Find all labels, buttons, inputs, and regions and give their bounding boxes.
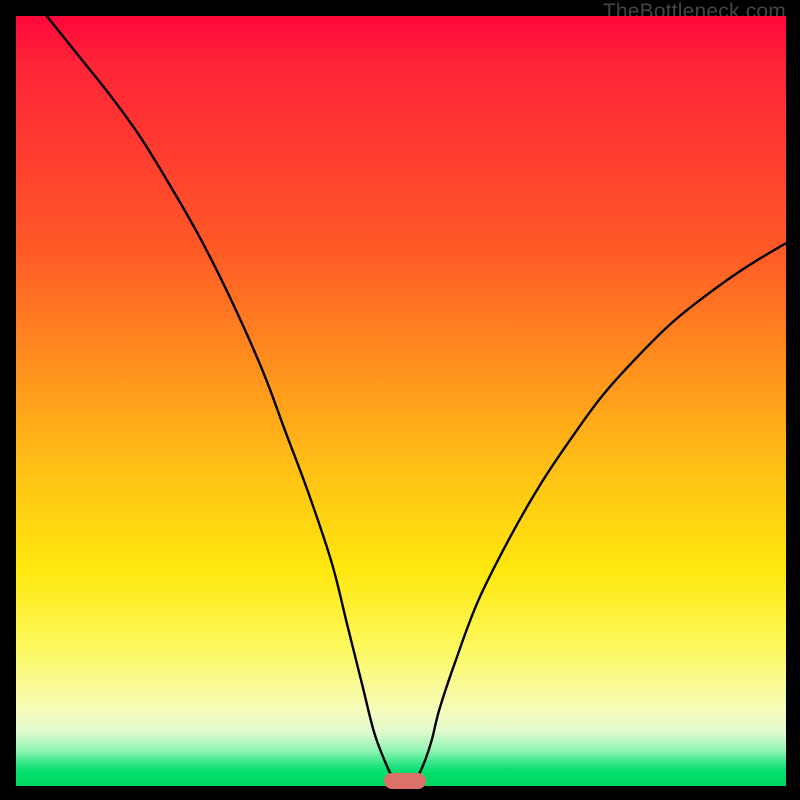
plot-area <box>16 16 786 786</box>
chart-container: TheBottleneck.com <box>0 0 800 800</box>
optimum-marker <box>384 773 426 789</box>
bottleneck-curve <box>16 16 786 786</box>
